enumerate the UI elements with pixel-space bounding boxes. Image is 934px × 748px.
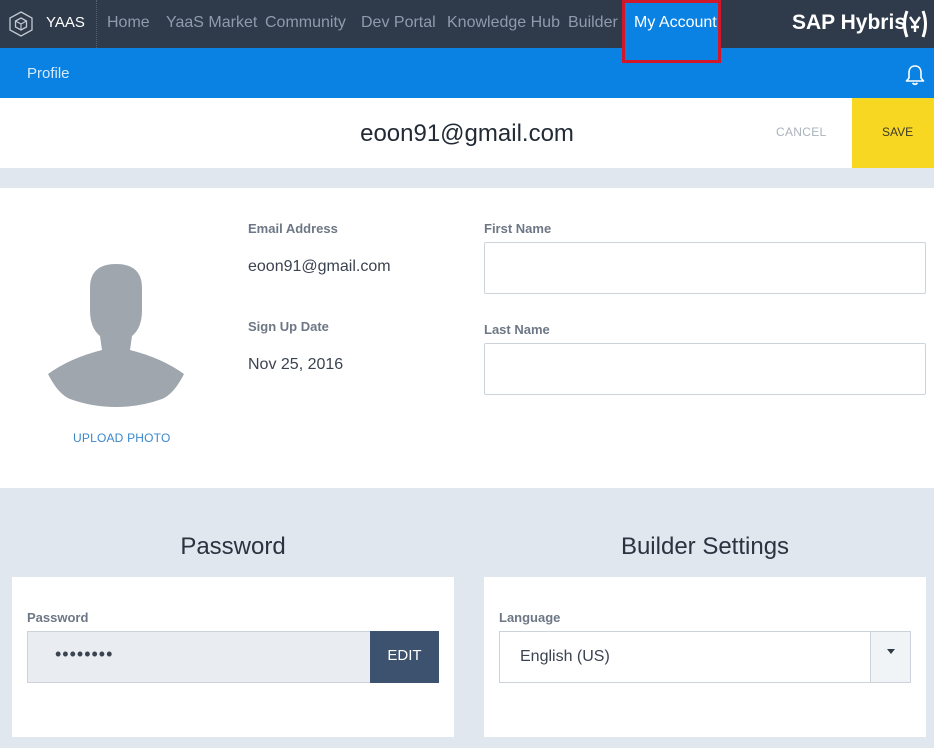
email-address-value: eoon91@gmail.com xyxy=(248,258,391,275)
logo-text: YAAS xyxy=(46,14,85,31)
cancel-button[interactable]: CANCEL xyxy=(776,125,826,139)
password-masked-value: •••••••• xyxy=(55,644,114,664)
language-label: Language xyxy=(499,610,561,625)
top-navigation: YAAS Home YaaS Market Community Dev Port… xyxy=(0,0,934,48)
nav-item-yaas-market[interactable]: YaaS Market xyxy=(166,14,257,32)
nav-item-builder[interactable]: Builder xyxy=(568,14,618,32)
password-label: Password xyxy=(27,610,89,625)
save-button[interactable]: SAVE xyxy=(852,98,934,168)
hybris-logo-icon xyxy=(903,10,927,38)
first-name-label: First Name xyxy=(484,221,552,236)
profile-bar: Profile xyxy=(0,48,934,98)
nav-item-knowledge-hub[interactable]: Knowledge Hub xyxy=(447,14,560,32)
account-header: eoon91@gmail.com CANCEL SAVE xyxy=(0,98,934,168)
cube-icon xyxy=(9,11,33,37)
first-name-field[interactable] xyxy=(484,242,926,294)
nav-item-my-account[interactable]: My Account xyxy=(622,0,721,63)
email-address-label: Email Address xyxy=(248,221,338,236)
nav-item-my-account-label: My Account xyxy=(634,14,717,31)
password-section-title: Password xyxy=(180,533,286,560)
avatar-placeholder-icon xyxy=(48,264,184,407)
yaas-logo[interactable]: YAAS xyxy=(0,0,97,48)
language-select[interactable]: English (US) xyxy=(499,631,911,683)
last-name-label: Last Name xyxy=(484,322,550,337)
edit-button-label: EDIT xyxy=(387,647,422,664)
nav-item-dev-portal[interactable]: Dev Portal xyxy=(361,14,436,32)
upload-photo-link[interactable]: UPLOAD PHOTO xyxy=(73,431,171,445)
builder-settings-card: Language English (US) xyxy=(484,577,926,737)
password-field: •••••••• xyxy=(27,631,371,683)
brand-name: SAP Hybris xyxy=(792,11,906,34)
save-button-label: SAVE xyxy=(882,125,914,139)
edit-password-button[interactable]: EDIT xyxy=(370,631,439,683)
nav-item-community[interactable]: Community xyxy=(265,14,346,32)
profile-card: UPLOAD PHOTO Email Address eoon91@gmail.… xyxy=(0,188,934,488)
profile-bar-title: Profile xyxy=(27,65,70,82)
dropdown-arrow-icon[interactable] xyxy=(870,632,910,682)
bell-icon[interactable] xyxy=(904,64,926,86)
nav-item-home[interactable]: Home xyxy=(107,14,150,32)
builder-settings-title: Builder Settings xyxy=(620,533,790,560)
sign-up-date-value: Nov 25, 2016 xyxy=(248,356,344,373)
last-name-field[interactable] xyxy=(484,343,926,395)
language-selected-value: English (US) xyxy=(520,648,610,665)
password-card: Password •••••••• EDIT xyxy=(12,577,454,737)
sign-up-date-label: Sign Up Date xyxy=(248,319,329,334)
